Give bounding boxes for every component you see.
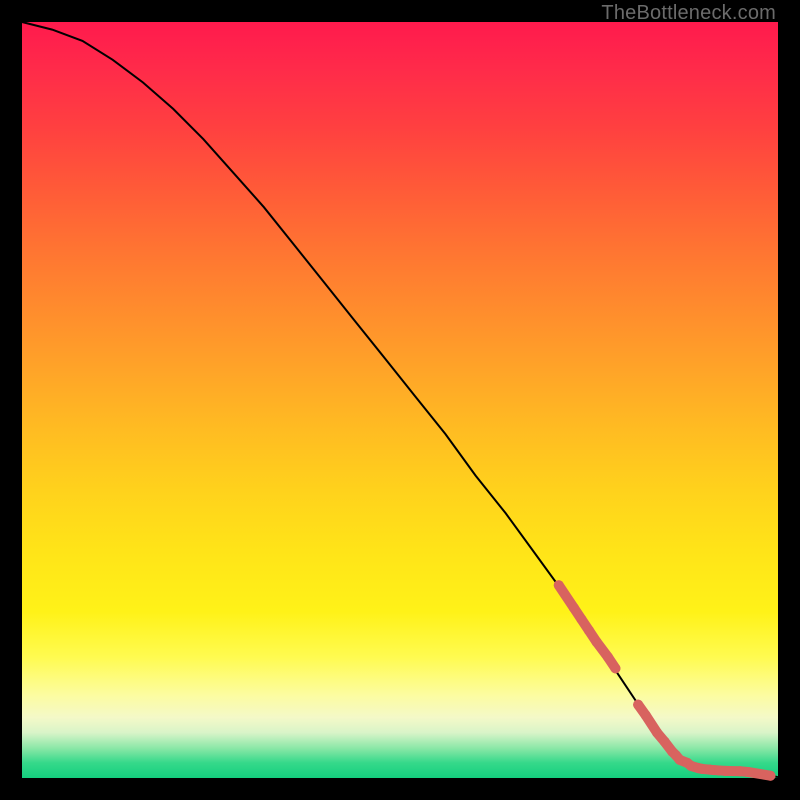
chart-svg xyxy=(22,22,778,778)
chart-highlighted-points xyxy=(554,580,776,781)
chart-point xyxy=(765,771,775,781)
chart-curve xyxy=(22,22,778,777)
chart-point xyxy=(610,663,620,673)
